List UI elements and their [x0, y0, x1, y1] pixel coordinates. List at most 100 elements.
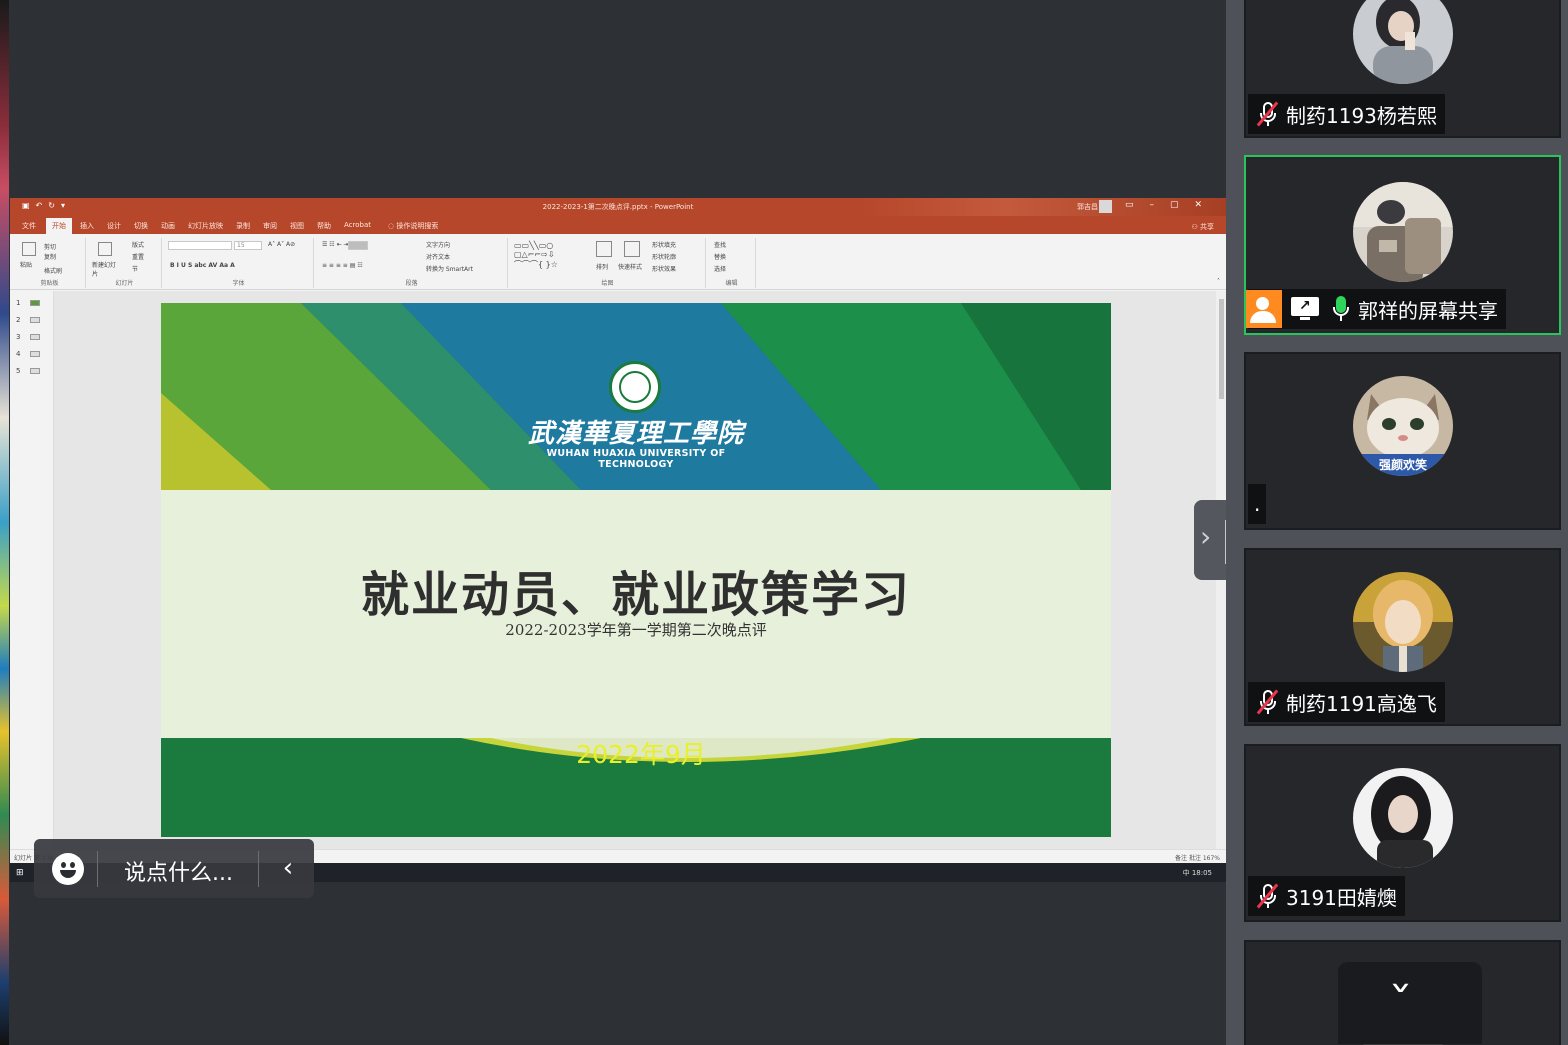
- convert-smartart-button[interactable]: 转换为 SmartArt: [426, 264, 473, 273]
- font-size-box[interactable]: 15: [234, 241, 262, 250]
- scrollbar-thumb[interactable]: [1219, 299, 1224, 399]
- school-logo: [609, 361, 661, 413]
- slide-header-banner: 武漢華夏理工學院 WUHAN HUAXIA UNIVERSITY OF TECH…: [161, 303, 1111, 490]
- participant-name-tag: 3191田婧燠: [1248, 876, 1405, 916]
- thumbnail-3[interactable]: 3: [16, 333, 40, 341]
- thumbnail-5[interactable]: 5: [16, 367, 40, 375]
- find-button[interactable]: 查找: [714, 240, 726, 249]
- participant-tile-active[interactable]: ↗ 郭祥的屏幕共享: [1244, 155, 1561, 335]
- slide-thumbnails-pane: 1 2 3 4 5: [10, 291, 54, 849]
- chat-input-bar: 说点什么... ‹: [34, 839, 314, 898]
- select-button[interactable]: 选择: [714, 264, 726, 273]
- participant-tile[interactable]: 强颜欢笑 .: [1244, 352, 1561, 530]
- participant-name-tag: 制药1193杨若熙: [1248, 94, 1445, 134]
- ime-indicator[interactable]: 中: [1183, 869, 1190, 877]
- tab-insert[interactable]: 插入: [80, 221, 94, 231]
- thumb-preview: [30, 351, 40, 357]
- shape-effects-button[interactable]: 形状效果: [652, 264, 676, 273]
- share-button[interactable]: ⚇ 共享: [1191, 222, 1214, 232]
- thumb-preview: [30, 334, 40, 340]
- school-name-en: WUHAN HUAXIA UNIVERSITY OF TECHNOLOGY: [546, 448, 726, 470]
- thumb-number: 5: [16, 367, 21, 375]
- tab-acrobat[interactable]: Acrobat: [344, 221, 371, 229]
- new-slide-icon[interactable]: [98, 242, 112, 256]
- person-icon: ⚇: [1191, 223, 1200, 231]
- shapes-gallery[interactable]: ▭▭╲╲▭○ ▢△⌐⌐⇨⇩ ⌒⌒⌒{ }☆: [514, 241, 558, 270]
- avatar: [1353, 572, 1453, 672]
- tab-transitions[interactable]: 切换: [134, 221, 148, 231]
- participant-tile[interactable]: 制药1193杨若熙: [1244, 0, 1561, 138]
- tab-animations[interactable]: 动画: [161, 221, 175, 231]
- arrange-button[interactable]: 排列: [596, 262, 608, 271]
- clock[interactable]: 18:05: [1192, 869, 1212, 877]
- copy-button[interactable]: 复制: [44, 252, 56, 261]
- chevron-left-icon[interactable]: ‹: [274, 851, 302, 887]
- chat-input[interactable]: 说点什么...: [124, 855, 233, 887]
- current-slide[interactable]: 武漢華夏理工學院 WUHAN HUAXIA UNIVERSITY OF TECH…: [161, 303, 1111, 837]
- tab-view[interactable]: 视图: [290, 221, 304, 231]
- shape-fill-button[interactable]: 形状填充: [652, 240, 676, 249]
- scroll-down-button[interactable]: ˅: [1338, 962, 1482, 1044]
- participant-tile[interactable]: 制药1191高逸飞: [1244, 548, 1561, 726]
- thumbnail-2[interactable]: 2: [16, 316, 40, 324]
- text-direction-button[interactable]: 文字方向: [426, 240, 450, 249]
- section-button[interactable]: 节: [132, 264, 138, 273]
- cut-button[interactable]: 剪切: [44, 242, 56, 251]
- school-name-cn: 武漢華夏理工學院: [527, 419, 744, 449]
- align-buttons[interactable]: ≡ ≡ ≡ ≡ ▤ ☷: [322, 262, 363, 269]
- tab-record[interactable]: 录制: [236, 221, 250, 231]
- font-style-buttons[interactable]: B I U S abc AV Aa A: [170, 262, 235, 269]
- layout-button[interactable]: 版式: [132, 240, 144, 249]
- participant-tile[interactable]: 3191田婧燠: [1244, 744, 1561, 922]
- bullet-dropdown[interactable]: [348, 241, 368, 250]
- powerpoint-window: ▣↶↻▾ 2022-2023-1第二次晚点评.pptx - PowerPoint…: [10, 198, 1226, 882]
- mic-muted-icon: [1256, 689, 1280, 715]
- tab-review[interactable]: 审阅: [263, 221, 277, 231]
- emoji-icon[interactable]: [52, 853, 84, 885]
- thumb-number: 2: [16, 316, 21, 324]
- clipboard-group: 粘贴 剪切 复制 格式刷 剪贴板: [14, 238, 86, 288]
- tab-file[interactable]: 文件: [22, 221, 36, 231]
- shape-outline-button[interactable]: 形状轮廓: [652, 252, 676, 261]
- collapse-ribbon-icon[interactable]: ˄: [1217, 278, 1220, 285]
- align-text-button[interactable]: 对齐文本: [426, 252, 450, 261]
- font-grow-shrink-icons[interactable]: A˄ A˅ A⊘: [268, 241, 295, 248]
- ppt-user-avatar[interactable]: [1099, 200, 1112, 213]
- ppt-window-title: 2022-2023-1第二次晚点评.pptx - PowerPoint: [542, 203, 694, 211]
- arrange-icon[interactable]: [596, 241, 612, 257]
- thumbnail-1[interactable]: 1: [16, 299, 40, 307]
- thumb-preview: [30, 368, 40, 374]
- window-controls[interactable]: ▭–▢✕: [1125, 200, 1218, 210]
- quick-styles-icon[interactable]: [624, 241, 640, 257]
- font-group-label: 字体: [232, 280, 245, 287]
- tab-help[interactable]: 帮助: [317, 221, 331, 231]
- tab-home[interactable]: 开始: [46, 218, 72, 234]
- emoji-mouth: [60, 870, 76, 878]
- status-right-controls[interactable]: 备注 批注 167%: [1175, 853, 1220, 862]
- replace-button[interactable]: 替换: [714, 252, 726, 261]
- ppt-user-name: 郭吉昌: [1077, 203, 1098, 211]
- avatar: 强颜欢笑: [1353, 376, 1453, 476]
- tab-slideshow[interactable]: 幻灯片放映: [188, 221, 223, 231]
- quick-styles-button[interactable]: 快速样式: [618, 262, 642, 271]
- participant-name-tag: ↗ 郭祥的屏幕共享: [1246, 289, 1506, 329]
- new-slide-button[interactable]: 新建幻灯片: [92, 260, 120, 278]
- thumb-number: 3: [16, 333, 21, 341]
- windows-start-icon[interactable]: ⊞: [16, 868, 24, 878]
- tab-design[interactable]: 设计: [107, 221, 121, 231]
- reset-button[interactable]: 重置: [132, 252, 144, 261]
- format-painter-button[interactable]: 格式刷: [44, 266, 62, 275]
- thumb-preview: [30, 300, 40, 306]
- meeting-window: ▣↶↻▾ 2022-2023-1第二次晚点评.pptx - PowerPoint…: [0, 0, 1568, 1045]
- screen-share-icon: ↗: [1290, 296, 1320, 322]
- drawing-group-label: 绘图: [601, 280, 614, 287]
- tell-me-search[interactable]: ◌ 操作说明搜索: [388, 221, 438, 231]
- paste-button[interactable]: 粘贴: [20, 260, 32, 269]
- font-name-box[interactable]: [168, 241, 232, 250]
- thumbnail-4[interactable]: 4: [16, 350, 40, 358]
- participant-name: 3191田婧燠: [1286, 885, 1397, 910]
- avatar-image: [1353, 182, 1453, 282]
- participant-name: 制药1193杨若熙: [1286, 103, 1437, 128]
- paste-icon[interactable]: [22, 242, 36, 256]
- avatar-image: [1353, 768, 1453, 868]
